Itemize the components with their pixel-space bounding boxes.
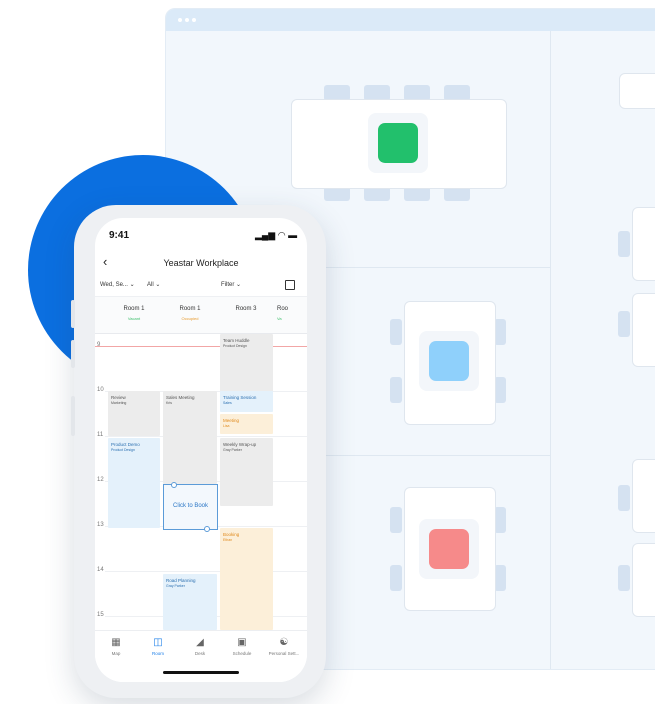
event-block[interactable]: Road Planning Gray Parker xyxy=(163,574,217,630)
person-icon: ☯ xyxy=(279,637,289,648)
status-bar-time: 9:41 xyxy=(109,230,130,241)
room-name[interactable]: Roo xyxy=(277,306,307,312)
door-icon: ◫ xyxy=(153,637,163,648)
date-filter[interactable]: Wed, Se... ⌄ xyxy=(100,281,135,288)
hour-label: 12 xyxy=(97,477,104,483)
window-dot xyxy=(192,18,196,22)
tab-room[interactable]: ◫ Room xyxy=(137,637,179,656)
layout-toggle-icon[interactable] xyxy=(285,280,295,290)
event-block[interactable]: Product Demo Product Design xyxy=(108,438,160,528)
meeting-table[interactable] xyxy=(619,73,655,109)
chevron-down-icon: ⌄ xyxy=(129,282,135,288)
resize-handle[interactable] xyxy=(171,482,177,488)
status-indicator-available xyxy=(378,123,418,163)
event-block[interactable]: Weekly Wrap-up Gray Parker xyxy=(220,438,273,506)
event-block[interactable]: Meeting Lisa xyxy=(220,414,273,434)
room-status: Vacant xyxy=(127,316,141,321)
hour-label: 11 xyxy=(97,432,104,438)
desk-icon: ◢ xyxy=(196,637,204,648)
filter-dropdown[interactable]: Filter ⌄ xyxy=(221,281,241,288)
hour-label: 15 xyxy=(97,612,104,618)
room-header-row: Room 1 Vacant Room 1 Occupied Room 3 Roo… xyxy=(95,296,307,334)
status-indicator-reserved xyxy=(429,341,469,381)
phone-side-button xyxy=(71,396,75,436)
wall-divider xyxy=(550,31,551,669)
tab-desk[interactable]: ◢ Desk xyxy=(179,637,221,656)
tab-schedule[interactable]: ▣ Schedule xyxy=(221,637,263,656)
window-title-bar xyxy=(166,9,655,31)
meeting-table[interactable] xyxy=(632,207,655,281)
event-block[interactable]: Review Marketing xyxy=(108,391,160,436)
room-status: Va xyxy=(277,316,282,321)
tab-map[interactable]: ▦ Map xyxy=(95,637,137,656)
click-to-book-slot[interactable]: Click to Book xyxy=(163,482,218,532)
calendar-icon: ▣ xyxy=(237,637,247,648)
room-name[interactable]: Room 3 xyxy=(221,306,271,312)
chevron-down-icon: ⌄ xyxy=(155,282,161,288)
category-filter[interactable]: All ⌄ xyxy=(147,281,160,288)
meeting-table[interactable] xyxy=(632,459,655,533)
room-status: Occupied xyxy=(181,316,199,321)
chevron-down-icon: ⌄ xyxy=(236,282,242,288)
hour-label: 13 xyxy=(97,522,104,528)
tab-personal-settings[interactable]: ☯ Personal Sett... xyxy=(263,637,305,656)
status-indicator-occupied xyxy=(429,529,469,569)
room-name[interactable]: Room 1 xyxy=(109,306,159,312)
bottom-tab-bar: ▦ Map ◫ Room ◢ Desk ▣ Schedule ☯ Personal Set… xyxy=(95,630,307,682)
resize-handle[interactable] xyxy=(204,526,210,532)
hour-label: 14 xyxy=(97,567,104,573)
hour-label: 9 xyxy=(97,342,101,348)
current-time-line xyxy=(95,346,307,347)
home-indicator xyxy=(163,671,239,674)
meeting-table[interactable] xyxy=(632,293,655,367)
hour-label: 10 xyxy=(97,387,104,393)
event-block[interactable]: Team Huddle Product Design xyxy=(220,334,273,392)
app-title: Yeastar Workplace xyxy=(163,258,239,268)
event-block[interactable]: Sales Meeting Kris xyxy=(163,391,217,484)
map-icon: ▦ xyxy=(111,637,121,648)
event-block[interactable]: Training Session Sales xyxy=(220,391,273,412)
phone-volume-button xyxy=(71,300,75,328)
phone-screen: 9:41 ▂▄▆ ◠ ▬ ‹ Yeastar Workplace Wed, Se… xyxy=(95,218,307,682)
room-name[interactable]: Room 1 xyxy=(165,306,215,312)
window-dot xyxy=(178,18,182,22)
meeting-table[interactable] xyxy=(632,543,655,617)
event-block[interactable]: Booking Ethan xyxy=(220,528,273,630)
phone-volume-button xyxy=(71,340,75,368)
window-dot xyxy=(185,18,189,22)
status-bar-icons: ▂▄▆ ◠ ▬ xyxy=(255,230,298,240)
